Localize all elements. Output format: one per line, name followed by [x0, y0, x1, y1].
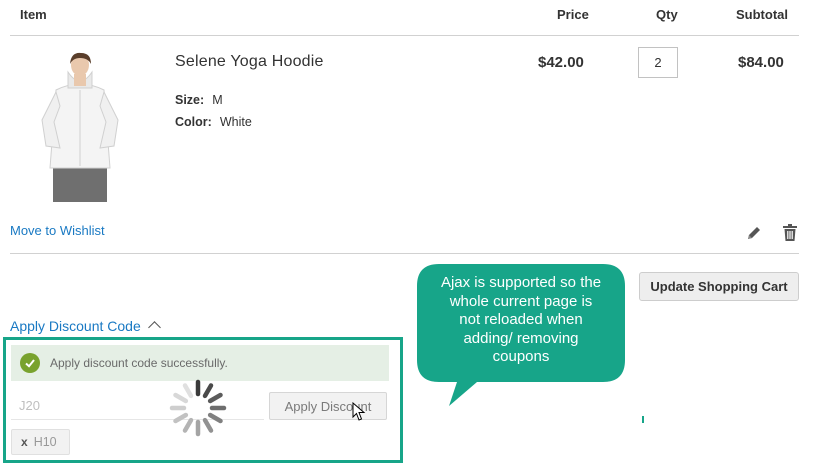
chevron-up-icon: [147, 321, 161, 334]
callout-bubble: Ajax is supported so the whole current p…: [415, 262, 627, 406]
header-divider: [10, 35, 799, 36]
move-to-wishlist-link[interactable]: Move to Wishlist: [10, 223, 105, 238]
option-value: White: [219, 115, 252, 129]
callout-line: not reloaded when: [459, 311, 583, 328]
column-header-item: Item: [20, 7, 47, 22]
discount-highlight-frame: [3, 337, 403, 463]
callout-line: coupons: [492, 348, 550, 365]
pencil-icon[interactable]: [746, 225, 762, 241]
callout-line: adding/ removing: [463, 329, 579, 347]
callout-line: Ajax is supported so the: [440, 274, 602, 291]
product-image[interactable]: [38, 50, 122, 202]
item-divider: [10, 253, 799, 254]
qty-input[interactable]: [638, 47, 678, 78]
column-header-subtotal: Subtotal: [736, 7, 788, 22]
callout-line: whole current page is: [449, 292, 593, 310]
update-shopping-cart-button[interactable]: Update Shopping Cart: [639, 272, 799, 301]
item-price: $42.00: [538, 54, 584, 71]
option-color: Color: White: [175, 115, 252, 129]
option-size: Size: M: [175, 93, 223, 107]
column-header-price: Price: [557, 7, 589, 22]
option-value: M: [212, 93, 223, 107]
stray-mark: [642, 416, 644, 423]
item-subtotal: $84.00: [738, 54, 784, 71]
callout-text: Ajax is supported so the whole current p…: [421, 274, 621, 367]
trash-icon[interactable]: [783, 224, 797, 241]
column-header-qty: Qty: [656, 7, 678, 22]
discount-toggle-label: Apply Discount Code: [10, 318, 141, 334]
option-label: Size:: [175, 93, 205, 107]
option-label: Color:: [175, 115, 212, 129]
product-name[interactable]: Selene Yoga Hoodie: [175, 53, 324, 71]
apply-discount-toggle[interactable]: Apply Discount Code: [10, 318, 161, 334]
